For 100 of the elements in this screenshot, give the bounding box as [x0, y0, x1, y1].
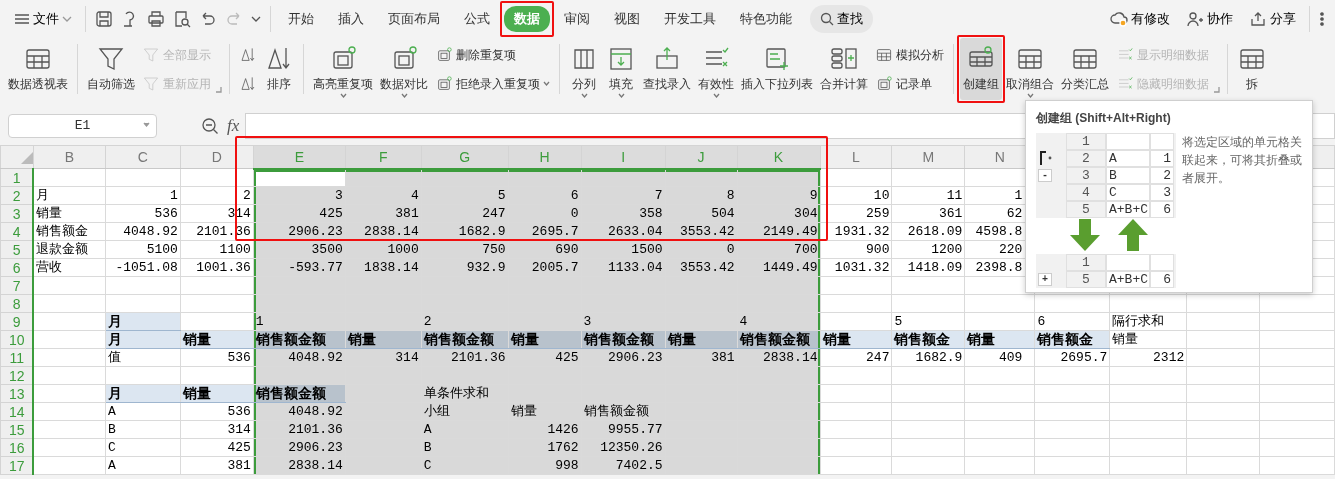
column-header[interactable]: I — [581, 145, 666, 169]
row-number: 5 — [1066, 271, 1106, 288]
caret-icon — [400, 93, 408, 98]
table-cell: 1 — [105, 186, 181, 205]
tab[interactable]: 插入 — [328, 6, 374, 32]
ribbon-button[interactable]: 创建组 — [960, 38, 1002, 100]
column-header[interactable]: D — [180, 145, 254, 169]
ribbon-button[interactable]: 拒绝录入重复项 — [432, 73, 553, 94]
column-header[interactable]: L — [820, 145, 892, 169]
print-icon[interactable] — [147, 10, 165, 28]
customize-caret-icon[interactable] — [251, 16, 261, 22]
tab[interactable]: 审阅 — [554, 6, 600, 32]
toolbar-link[interactable]: 有修改 — [1102, 9, 1178, 29]
table-cell: 2695.7 — [1034, 348, 1110, 367]
mini-cell: C — [1106, 184, 1150, 201]
column-header[interactable]: G — [421, 145, 509, 169]
zoom-icon[interactable] — [201, 117, 219, 136]
document-icon — [875, 74, 893, 93]
column-header[interactable]: F — [345, 145, 422, 169]
mini-cell — [1106, 133, 1150, 150]
tab[interactable]: 公式 — [454, 6, 500, 32]
print-preview-icon[interactable] — [173, 10, 191, 28]
table-cell: 5 — [891, 312, 965, 331]
tab[interactable]: 视图 — [604, 6, 650, 32]
column-header[interactable]: M — [891, 145, 965, 169]
table-cell: 259 — [820, 204, 892, 223]
mini-cell: A+B+C — [1106, 201, 1150, 218]
file-menu[interactable]: 文件 — [6, 9, 80, 29]
ribbon-button[interactable]: 数据透视表 — [5, 38, 71, 100]
table-cell: 销量 — [1109, 330, 1187, 349]
column-header[interactable]: B — [33, 145, 106, 169]
table-cell: 536 — [180, 402, 254, 421]
person-add-icon — [1186, 10, 1204, 28]
table-cell: 409 — [964, 348, 1035, 367]
table-cell: 2 — [180, 186, 254, 205]
tab[interactable]: 开始 — [278, 6, 324, 32]
ribbon-button[interactable]: 记录单 — [872, 73, 947, 94]
menu-icon — [14, 12, 30, 26]
table-cell: B — [105, 420, 181, 439]
column-header[interactable]: J — [665, 145, 738, 169]
ribbon-button[interactable]: 分类汇总 — [1058, 38, 1112, 100]
toolbar-link[interactable]: 协作 — [1178, 9, 1241, 29]
table-cell: 隔行求和 — [1109, 312, 1187, 331]
tab[interactable]: 开发工具 — [654, 6, 726, 32]
ribbon-button[interactable]: 模拟分析 — [872, 44, 947, 65]
ribbon-button[interactable]: 高亮重复项 — [310, 38, 376, 100]
search-button[interactable]: 查找 — [810, 5, 873, 33]
ribbon-button[interactable]: 分列 — [566, 38, 602, 100]
save-icon[interactable] — [95, 10, 113, 28]
row-number: 1 — [1066, 133, 1106, 150]
search-icon — [820, 12, 834, 26]
ribbon-button[interactable]: 插入下拉列表 — [738, 38, 816, 100]
table-cell: 销售额金 — [33, 222, 106, 241]
mini-cell — [1150, 133, 1174, 150]
ribbon-button[interactable]: 拆 — [1234, 38, 1270, 100]
tab[interactable]: 特色功能 — [730, 6, 802, 32]
table-cell: 6 — [1034, 312, 1110, 331]
column-header[interactable]: K — [737, 145, 820, 169]
bracket-icon — [1038, 150, 1052, 166]
tab[interactable]: 页面布局 — [378, 6, 450, 32]
ribbon-button[interactable]: 有效性 — [695, 38, 737, 100]
mini-cell: 6 — [1150, 201, 1174, 218]
ribbon-button[interactable]: 删除重复项 — [432, 44, 553, 65]
table-cell: 11 — [891, 186, 965, 205]
table-cell: 1682.9 — [891, 348, 965, 367]
document-icon — [435, 74, 453, 93]
toolbar-link[interactable]: 分享 — [1241, 9, 1304, 29]
mini-cell: 1 — [1150, 150, 1174, 167]
row-number: 4 — [1066, 184, 1106, 201]
ribbon-button[interactable]: 排序 — [261, 38, 297, 100]
ribbon-button[interactable]: 合并计算 — [817, 38, 871, 100]
ribbon-button[interactable]: 查找录入 — [640, 38, 694, 100]
mini-cell — [1106, 254, 1150, 271]
table-cell: 247 — [820, 348, 892, 367]
more-icon[interactable] — [1319, 11, 1325, 27]
caret-icon — [1026, 93, 1034, 98]
table-cell: 5100 — [105, 240, 181, 259]
ribbon-button[interactable]: 数据对比 — [377, 38, 431, 100]
table-cell: 536 — [105, 204, 181, 223]
chevron-down-icon — [62, 16, 72, 22]
ribbon-button[interactable]: 填充 — [603, 38, 639, 100]
table-cell: 314 — [180, 420, 254, 439]
name-box[interactable]: E1 — [8, 114, 157, 138]
tab[interactable]: 数据 — [504, 6, 550, 32]
column-header[interactable]: C — [105, 145, 181, 169]
table-cell: 425 — [180, 438, 254, 457]
function-label[interactable]: fx — [227, 113, 240, 139]
caret-icon — [580, 93, 588, 98]
column-header[interactable]: E — [253, 145, 346, 169]
sort-icon — [239, 74, 257, 93]
column-header[interactable]: H — [508, 145, 582, 169]
caret-icon — [543, 81, 550, 86]
tooltip-description: 将选定区域的单元格关联起来，可将其折叠或者展开。 — [1182, 134, 1302, 187]
table-cell: 10 — [820, 186, 892, 205]
down-arrow-icon — [1070, 219, 1100, 251]
ribbon-button[interactable]: 自动筛选 — [84, 38, 138, 100]
table-cell: 361 — [891, 204, 965, 223]
row-number: 1 — [1066, 254, 1106, 271]
ribbon-button[interactable]: 取消组合 — [1003, 38, 1057, 100]
caret-icon — [617, 93, 625, 98]
